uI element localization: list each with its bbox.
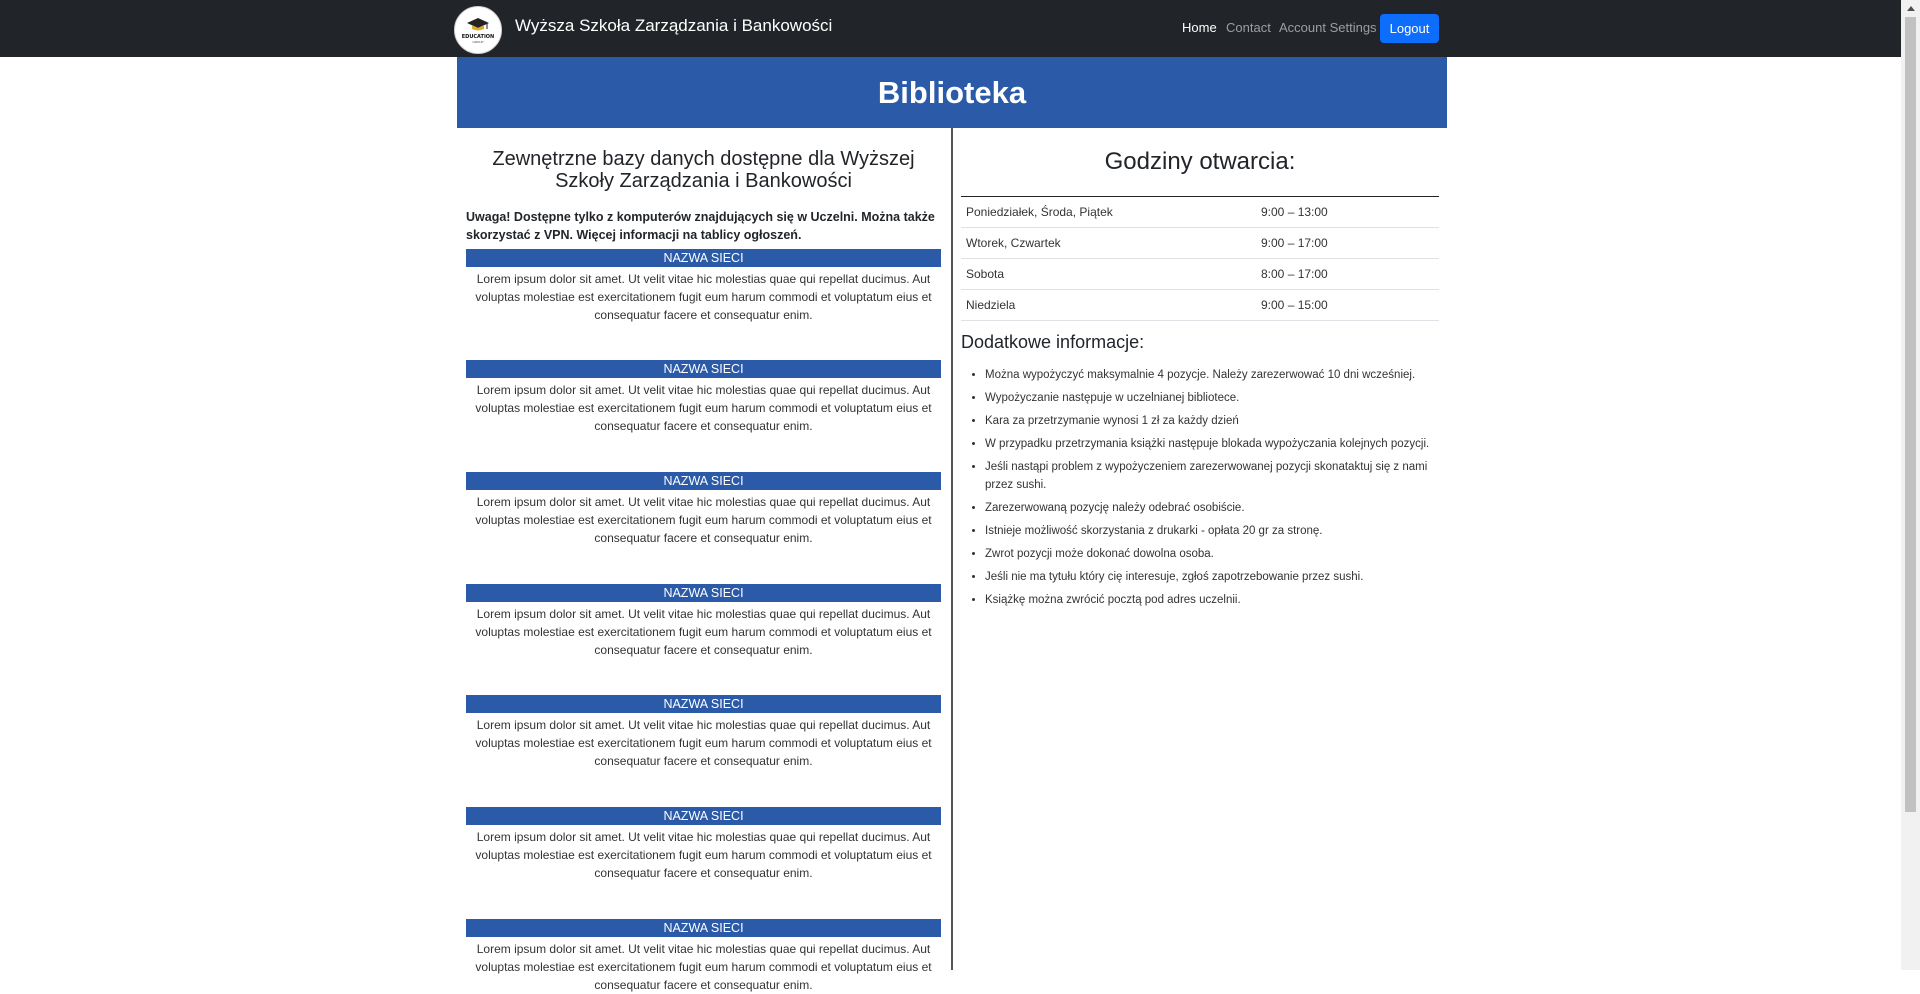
- database-description: Lorem ipsum dolor sit amet. Ut velit vit…: [475, 607, 932, 657]
- column-divider: [951, 128, 953, 970]
- hours-day: Poniedziałek, Środa, Piątek: [961, 196, 1256, 228]
- table-row: Poniedziałek, Środa, Piątek 9:00 – 13:00: [961, 196, 1439, 228]
- database-item: NAZWA SIECI Lorem ipsum dolor sit amet. …: [466, 584, 941, 659]
- list-item: Zarezerwowaną pozycję należy odebrać oso…: [985, 499, 1439, 517]
- hero-banner: Biblioteka: [457, 57, 1447, 128]
- scroll-up-arrow-icon[interactable]: [1907, 6, 1915, 11]
- nav-link-contact[interactable]: Contact: [1226, 20, 1271, 35]
- page-title: Biblioteka: [877, 75, 1027, 110]
- database-description: Lorem ipsum dolor sit amet. Ut velit vit…: [475, 383, 932, 433]
- brand-logo[interactable]: EDUCATION GROUP: [454, 6, 502, 54]
- database-item: NAZWA SIECI Lorem ipsum dolor sit amet. …: [466, 360, 941, 435]
- databases-title: Zewnętrzne bazy danych dostępne dla Wyżs…: [492, 148, 915, 192]
- hours-table: Poniedziałek, Środa, Piątek 9:00 – 13:00…: [961, 196, 1439, 321]
- table-row: Sobota 8:00 – 17:00: [961, 258, 1439, 290]
- logo-subtext: GROUP: [472, 39, 484, 44]
- hours-time: 9:00 – 17:00: [1256, 227, 1439, 259]
- database-description: Lorem ipsum dolor sit amet. Ut velit vit…: [475, 830, 932, 880]
- database-name[interactable]: NAZWA SIECI: [466, 695, 941, 713]
- graduation-cap-icon: [467, 17, 489, 30]
- databases-section: Zewnętrzne bazy danych dostępne dla Wyżs…: [466, 128, 941, 992]
- database-description: Lorem ipsum dolor sit amet. Ut velit vit…: [475, 272, 932, 322]
- hours-time: 9:00 – 15:00: [1256, 289, 1439, 321]
- database-item: NAZWA SIECI Lorem ipsum dolor sit amet. …: [466, 807, 941, 882]
- navbar: EDUCATION GROUP Wyższa Szkoła Zarządzani…: [0, 0, 1901, 57]
- hours-day: Wtorek, Czwartek: [961, 227, 1256, 259]
- databases-warning: Uwaga! Dostępne tylko z komputerów znajd…: [466, 210, 935, 242]
- database-description: Lorem ipsum dolor sit amet. Ut velit vit…: [475, 495, 932, 545]
- hours-day: Sobota: [961, 258, 1256, 290]
- database-name[interactable]: NAZWA SIECI: [466, 584, 941, 602]
- logout-button[interactable]: Logout: [1380, 14, 1439, 43]
- extra-info-title: Dodatkowe informacje:: [961, 332, 1145, 352]
- hours-day: Niedziela: [961, 289, 1256, 321]
- database-name[interactable]: NAZWA SIECI: [466, 919, 941, 937]
- database-item: NAZWA SIECI Lorem ipsum dolor sit amet. …: [466, 472, 941, 547]
- database-name[interactable]: NAZWA SIECI: [466, 360, 941, 378]
- list-item: Zwrot pozycji może dokonać dowolna osoba…: [985, 545, 1439, 563]
- database-description: Lorem ipsum dolor sit amet. Ut velit vit…: [475, 942, 932, 992]
- list-item: Kara za przetrzymanie wynosi 1 zł za każ…: [985, 412, 1439, 430]
- database-description: Lorem ipsum dolor sit amet. Ut velit vit…: [475, 718, 932, 768]
- database-item: NAZWA SIECI Lorem ipsum dolor sit amet. …: [466, 919, 941, 994]
- hours-title: Godziny otwarcia:: [1104, 148, 1296, 175]
- database-item: NAZWA SIECI Lorem ipsum dolor sit amet. …: [466, 249, 941, 324]
- list-item: Można wypożyczyć maksymalnie 4 pozycje. …: [985, 366, 1439, 384]
- brand-name[interactable]: Wyższa Szkoła Zarządzania i Bankowości: [515, 16, 832, 36]
- hours-time: 9:00 – 13:00: [1256, 196, 1439, 228]
- list-item: Wypożyczanie następuje w uczelnianej bib…: [985, 389, 1439, 407]
- list-item: Istnieje możliwość skorzystania z drukar…: [985, 522, 1439, 540]
- list-item: W przypadku przetrzymania książki następ…: [985, 435, 1439, 453]
- hours-time: 8:00 – 17:00: [1256, 258, 1439, 290]
- nav-link-home[interactable]: Home: [1182, 20, 1217, 35]
- nav-link-account-settings[interactable]: Account Settings: [1279, 20, 1377, 35]
- database-item: NAZWA SIECI Lorem ipsum dolor sit amet. …: [466, 695, 941, 770]
- list-item: Jeśli nastąpi problem z wypożyczeniem za…: [985, 458, 1439, 494]
- database-name[interactable]: NAZWA SIECI: [466, 472, 941, 490]
- table-row: Wtorek, Czwartek 9:00 – 17:00: [961, 227, 1439, 259]
- list-item: Książkę można zwrócić pocztą pod adres u…: [985, 591, 1439, 609]
- scrollbar-thumb[interactable]: [1905, 17, 1916, 812]
- table-row: Niedziela 9:00 – 15:00: [961, 289, 1439, 321]
- list-item: Jeśli nie ma tytułu który cię interesuje…: [985, 568, 1439, 586]
- hours-section: Godziny otwarcia: Poniedziałek, Środa, P…: [961, 128, 1439, 606]
- database-name[interactable]: NAZWA SIECI: [466, 249, 941, 267]
- extra-info-list: Można wypożyczyć maksymalnie 4 pozycje. …: [961, 366, 1439, 614]
- database-name[interactable]: NAZWA SIECI: [466, 807, 941, 825]
- page-scrollbar[interactable]: [1901, 0, 1920, 970]
